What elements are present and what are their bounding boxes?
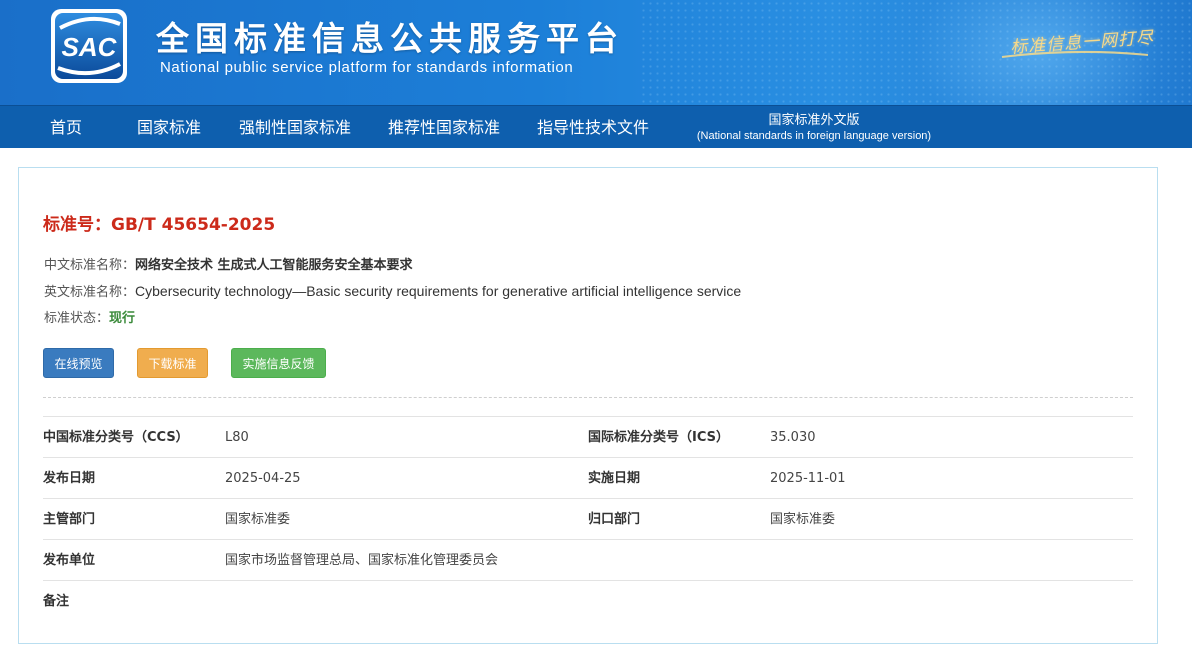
nav-foreign-cn-label: 国家标准外文版 [768, 113, 860, 128]
table-row: 主管部门 国家标准委 归口部门 国家标准委 [43, 498, 1133, 539]
ccs-label: 中国标准分类号（CCS） [43, 430, 189, 445]
implementation-date-label: 实施日期 [588, 471, 641, 486]
standard-detail-panel: 标准号：GB/T 45654-2025 中文标准名称：网络安全技术 生成式人工智… [18, 167, 1158, 644]
cn-name-row: 中文标准名称：网络安全技术 生成式人工智能服务安全基本要求 [44, 254, 413, 273]
online-preview-button[interactable]: 在线预览 [43, 348, 114, 378]
nav-item-guidance-documents[interactable]: 指导性技术文件 [537, 106, 649, 149]
ics-label: 国际标准分类号（ICS） [588, 430, 729, 445]
status-value: 现行 [109, 311, 136, 326]
nav-item-recommended-standards[interactable]: 推荐性国家标准 [388, 106, 500, 149]
competent-department-value: 国家标准委 [225, 512, 291, 527]
table-row: 发布单位 国家市场监督管理总局、国家标准化管理委员会 [43, 539, 1133, 580]
nav-item-home[interactable]: 首页 [50, 106, 82, 149]
site-title: 全国标准信息公共服务平台 [156, 19, 624, 58]
en-name-label: 英文标准名称： [44, 285, 136, 300]
site-header: SAC 全国标准信息公共服务平台 National public service… [0, 0, 1192, 105]
site-subtitle: National public service platform for sta… [160, 59, 574, 76]
status-row: 标准状态：现行 [44, 307, 135, 326]
en-name-row: 英文标准名称：Cybersecurity technology—Basic se… [44, 281, 741, 300]
issuer-label: 发布单位 [43, 553, 96, 568]
standard-number-label: 标准号： [43, 215, 111, 235]
logo-text: SAC [62, 32, 118, 62]
ccs-value: L80 [225, 430, 249, 445]
issuer-value: 国家市场监督管理总局、国家标准化管理委员会 [225, 553, 499, 568]
publish-date-label: 发布日期 [43, 471, 96, 486]
standard-info-table: 中国标准分类号（CCS） L80 国际标准分类号（ICS） 35.030 发布日… [43, 416, 1133, 621]
implementation-feedback-button[interactable]: 实施信息反馈 [231, 348, 326, 378]
publish-date-value: 2025-04-25 [225, 471, 301, 486]
cn-name-label: 中文标准名称： [44, 258, 136, 273]
nav-item-mandatory-standards[interactable]: 强制性国家标准 [239, 106, 351, 149]
table-row: 发布日期 2025-04-25 实施日期 2025-11-01 [43, 457, 1133, 498]
implementation-date-value: 2025-11-01 [770, 471, 846, 486]
attributed-department-value: 国家标准委 [770, 512, 836, 527]
en-name-value: Cybersecurity technology—Basic security … [135, 283, 742, 299]
table-row: 备注 [43, 580, 1133, 621]
nav-foreign-en-label: (National standards in foreign language … [696, 130, 932, 142]
competent-department-label: 主管部门 [43, 512, 96, 527]
attributed-department-label: 归口部门 [588, 512, 641, 527]
table-row: 中国标准分类号（CCS） L80 国际标准分类号（ICS） 35.030 [43, 416, 1133, 457]
download-standard-button[interactable]: 下载标准 [137, 348, 208, 378]
standard-number: GB/T 45654-2025 [111, 215, 276, 235]
ics-value: 35.030 [770, 430, 816, 445]
slogan-swoosh-decoration [1001, 50, 1149, 58]
section-divider [43, 397, 1133, 398]
nav-item-foreign-language[interactable]: 国家标准外文版 (National standards in foreign l… [686, 113, 942, 143]
sac-logo[interactable]: SAC [50, 8, 128, 84]
standard-number-heading: 标准号：GB/T 45654-2025 [43, 210, 275, 235]
nav-item-national-standards[interactable]: 国家标准 [137, 106, 201, 149]
cn-name-value: 网络安全技术 生成式人工智能服务安全基本要求 [135, 258, 413, 273]
main-nav: 首页 国家标准 强制性国家标准 推荐性国家标准 指导性技术文件 国家标准外文版 … [0, 105, 1192, 148]
status-label: 标准状态： [44, 311, 110, 326]
remark-label: 备注 [43, 594, 70, 609]
